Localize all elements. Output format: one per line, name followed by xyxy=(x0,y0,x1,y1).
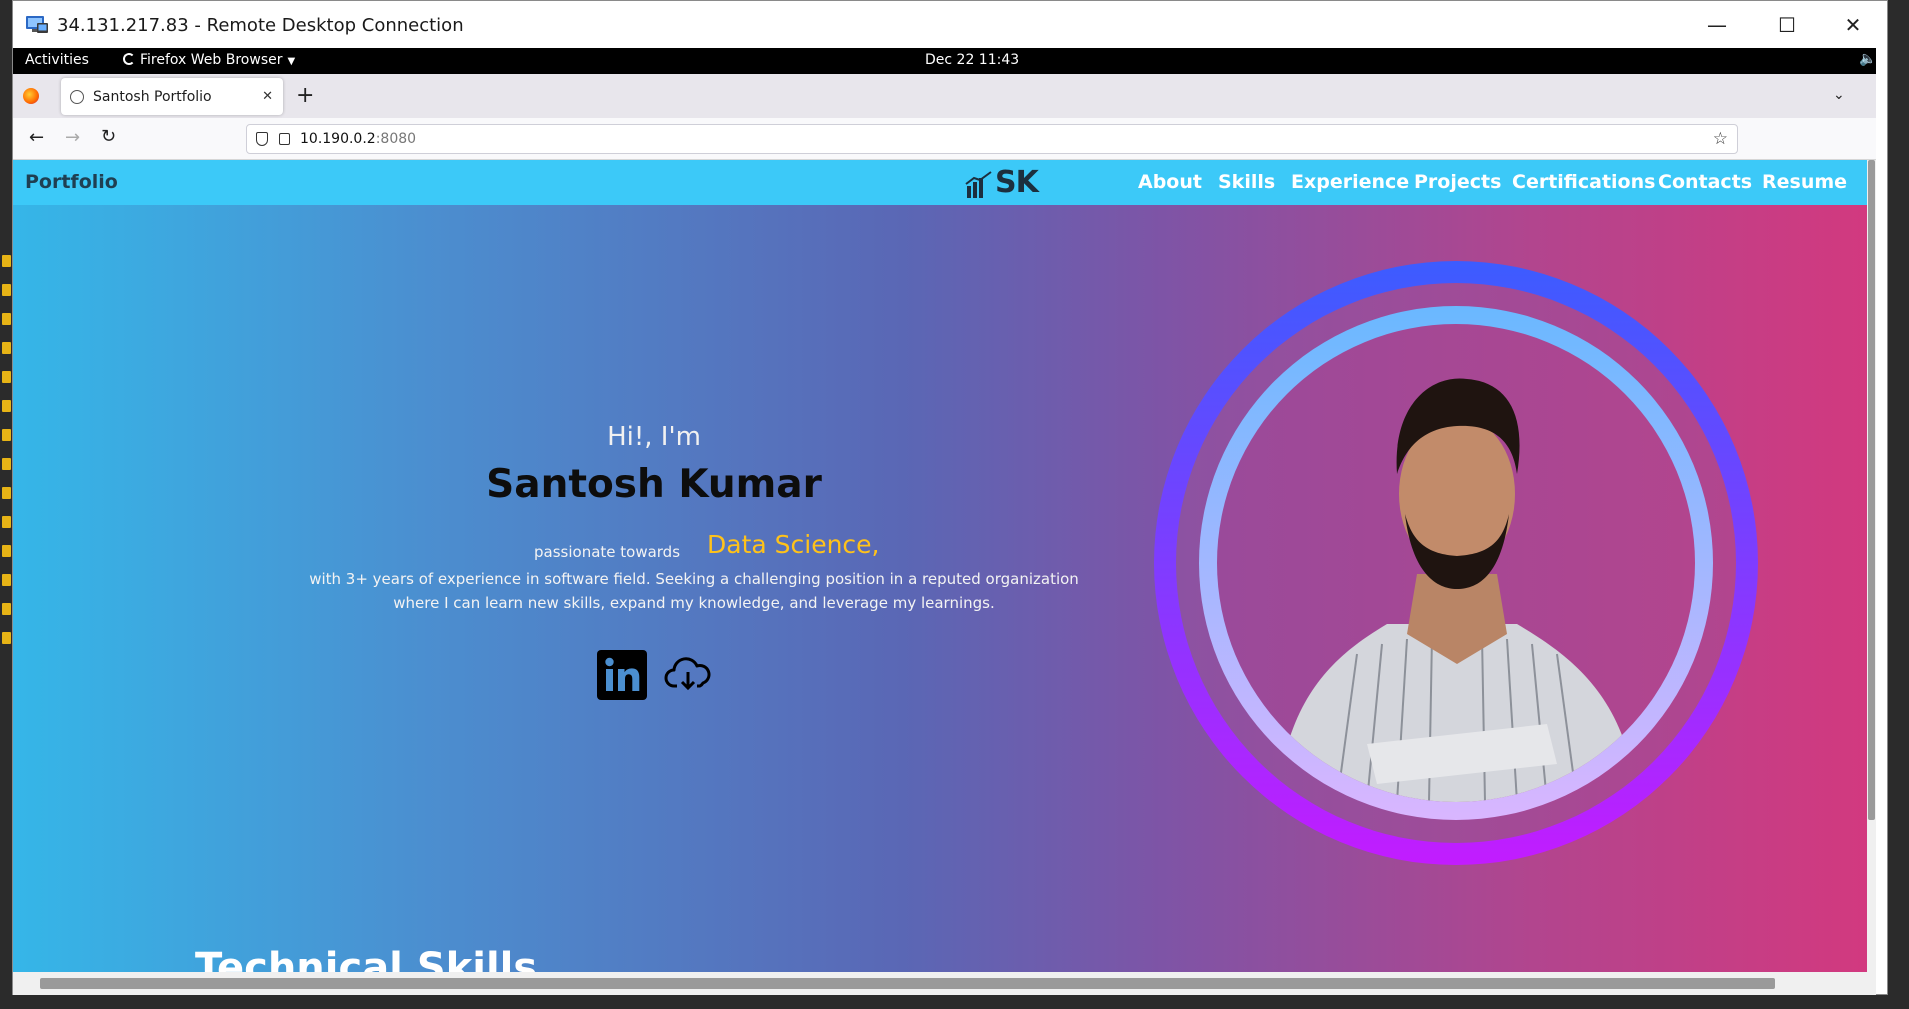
reload-icon[interactable]: ↻ xyxy=(101,126,116,147)
folder-icon xyxy=(2,545,11,557)
folder-icon xyxy=(2,632,11,644)
folder-icon xyxy=(2,342,11,354)
hero-description: with 3+ years of experience in software … xyxy=(309,570,1079,612)
folder-icon xyxy=(2,516,11,528)
rdp-window-title: 34.131.217.83 - Remote Desktop Connectio… xyxy=(57,14,464,36)
app-menu[interactable]: Firefox Web Browser ▼ xyxy=(123,52,295,68)
bookmark-star-icon[interactable]: ☆ xyxy=(1713,129,1728,149)
linkedin-icon[interactable] xyxy=(597,650,647,700)
chevron-down-icon: ▼ xyxy=(287,56,296,67)
nav-about[interactable]: About xyxy=(1138,171,1202,193)
vertical-scroll-thumb[interactable] xyxy=(1868,160,1875,820)
nav-certifications[interactable]: Certifications xyxy=(1512,171,1655,193)
site-brand[interactable]: Portfolio xyxy=(25,171,118,193)
download-resume-icon[interactable] xyxy=(663,650,713,700)
insecure-lock-icon[interactable] xyxy=(279,133,290,145)
volume-icon[interactable]: 🔈 xyxy=(1859,51,1876,67)
shield-icon xyxy=(256,132,268,146)
url-host: 10.190.0.2 xyxy=(300,131,376,147)
sk-logo[interactable]: SK xyxy=(965,165,1039,200)
browser-tab-strip: Santosh Portfolio ✕ + ⌄ xyxy=(13,74,1876,118)
globe-icon xyxy=(70,89,84,104)
maximize-icon: ☐ xyxy=(1778,13,1796,37)
tab-title: Santosh Portfolio xyxy=(93,88,212,105)
site-navbar: Portfolio SK About Skills Experience Pro… xyxy=(13,160,1867,205)
logo-text: SK xyxy=(995,165,1039,200)
bar-chart-logo-icon xyxy=(965,171,992,198)
close-window-button[interactable]: ✕ xyxy=(1818,1,1888,49)
close-icon: ✕ xyxy=(1844,13,1862,37)
folder-icon xyxy=(2,458,11,470)
person-portrait-icon xyxy=(1277,378,1637,802)
folder-icon xyxy=(2,371,11,383)
desktop-left-edge xyxy=(0,0,12,1009)
hero-name: Santosh Kumar xyxy=(486,462,822,507)
forward-icon[interactable]: → xyxy=(65,127,80,148)
rdp-title-bar: 34.131.217.83 - Remote Desktop Connectio… xyxy=(13,1,1887,49)
nav-skills[interactable]: Skills xyxy=(1218,171,1275,193)
folder-icon xyxy=(2,255,11,267)
desktop-right-edge xyxy=(1888,0,1909,1009)
activities-button[interactable]: Activities xyxy=(25,52,89,68)
back-icon[interactable]: ← xyxy=(29,127,44,148)
typed-highlight: Data Science, xyxy=(707,530,880,559)
tab-close-icon[interactable]: ✕ xyxy=(262,89,273,104)
profile-photo xyxy=(1217,324,1695,802)
page-vertical-scrollbar[interactable] xyxy=(1867,160,1876,972)
folder-icon xyxy=(2,487,11,499)
nav-resume[interactable]: Resume xyxy=(1762,171,1847,193)
folder-icon xyxy=(2,603,11,615)
folder-icon xyxy=(2,284,11,296)
nav-experience[interactable]: Experience xyxy=(1291,171,1409,193)
nav-contacts[interactable]: Contacts xyxy=(1658,171,1752,193)
folder-icon xyxy=(2,574,11,586)
gnome-top-bar: Activities Firefox Web Browser ▼ Dec 22 1… xyxy=(13,48,1876,74)
firefox-view-icon[interactable] xyxy=(23,88,39,104)
maximize-button[interactable]: ☐ xyxy=(1752,1,1822,49)
firefox-app-icon xyxy=(123,53,135,65)
nav-projects[interactable]: Projects xyxy=(1414,171,1501,193)
minimize-button[interactable]: — xyxy=(1682,1,1752,49)
list-tabs-icon[interactable]: ⌄ xyxy=(1833,87,1845,103)
app-menu-label: Firefox Web Browser xyxy=(140,52,283,68)
passion-label: passionate towards xyxy=(534,543,681,561)
folder-icon xyxy=(2,429,11,441)
remote-desktop-icon xyxy=(26,16,48,33)
url-port: :8080 xyxy=(375,131,417,147)
greeting-text: Hi!, I'm xyxy=(607,422,701,452)
section-heading-technical-skills: Technical Skills xyxy=(195,945,538,972)
folder-icon xyxy=(2,400,11,412)
horizontal-scroll-thumb[interactable] xyxy=(40,978,1775,989)
folder-icon xyxy=(2,313,11,325)
new-tab-button[interactable]: + xyxy=(296,83,314,108)
clock[interactable]: Dec 22 11:43 xyxy=(925,52,1019,68)
rdp-horizontal-scrollbar[interactable] xyxy=(13,972,1876,995)
minimize-icon: — xyxy=(1707,13,1727,37)
tab-santosh-portfolio[interactable]: Santosh Portfolio ✕ xyxy=(61,78,283,115)
address-bar[interactable]: 10.190.0.2:8080 ☆ xyxy=(246,124,1738,154)
browser-nav-bar: ← → ↻ 10.190.0.2:8080 ☆ xyxy=(13,118,1876,160)
portfolio-page: Portfolio SK About Skills Experience Pro… xyxy=(13,160,1867,972)
